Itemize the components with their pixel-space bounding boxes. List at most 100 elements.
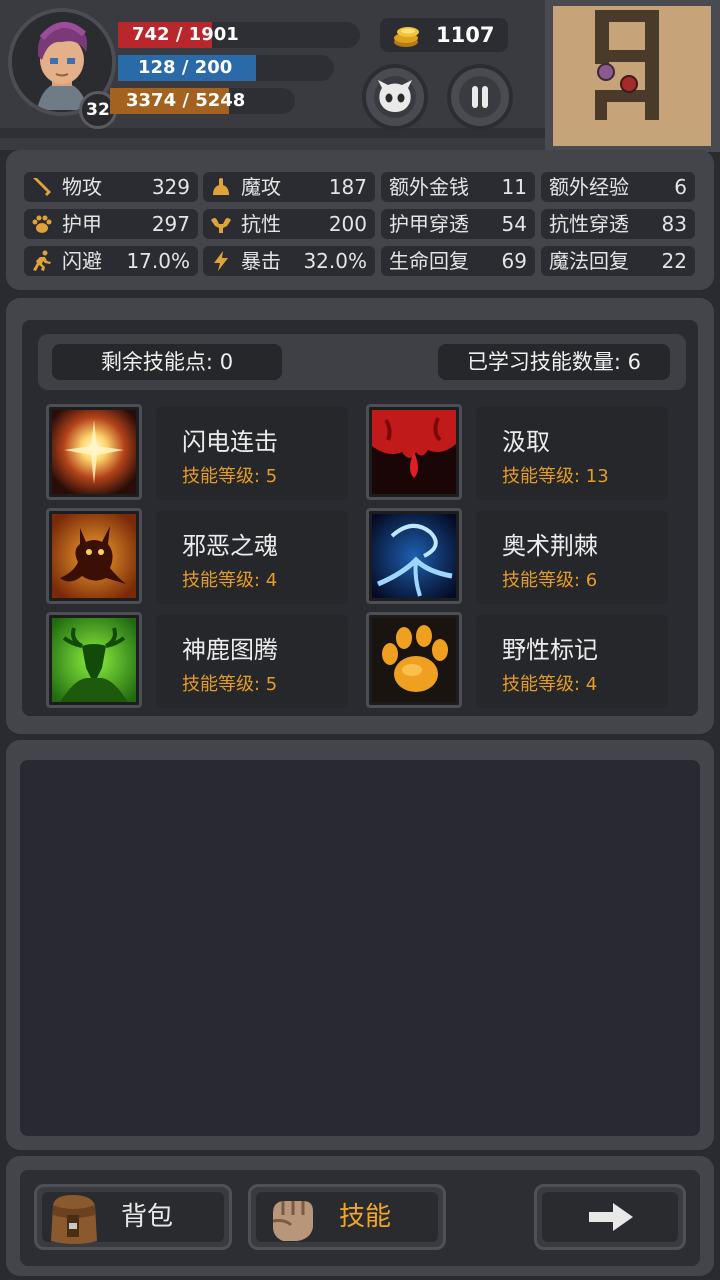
skill-name: 汲取 xyxy=(502,428,550,456)
xp-bar: 3374 / 5248 xyxy=(110,88,295,114)
flex-arm-icon xyxy=(211,218,231,233)
stat-armor: 护甲 297 xyxy=(24,209,198,239)
blood-drain-icon xyxy=(372,410,456,494)
minimap[interactable] xyxy=(545,0,720,152)
stat-value: 17.0% xyxy=(126,249,190,273)
bag-label: 背包 xyxy=(121,1202,174,1232)
magic-hand-icon xyxy=(213,178,229,195)
stat-label: 物攻 xyxy=(62,175,102,199)
skill-name: 神鹿图腾 xyxy=(182,636,278,664)
stat-dodge: 闪避 17.0% xyxy=(24,246,198,276)
evil-soul-icon xyxy=(52,514,136,598)
stats-grid: 物攻 329 魔攻 187 额外金钱 11 额外经验 6 护甲 297 抗性 2… xyxy=(18,168,702,280)
skill-name: 邪恶之魂 xyxy=(182,532,278,560)
skill-icon-slot[interactable] xyxy=(46,508,142,604)
stat-label: 生命回复 xyxy=(389,249,469,273)
skills-label: 技能 xyxy=(339,1202,392,1232)
next-arrow-button[interactable] xyxy=(534,1184,686,1250)
stat-label: 闪避 xyxy=(62,249,102,273)
gold-coin-icon xyxy=(394,27,419,47)
skill-card[interactable]: 邪恶之魂 技能等级: 4 xyxy=(156,510,348,604)
skill-card[interactable]: 闪电连击 技能等级: 5 xyxy=(156,406,348,500)
skill-card[interactable]: 野性标记 技能等级: 4 xyxy=(476,614,668,708)
hp-bar: 742 / 1901 xyxy=(118,22,360,48)
skill-level: 技能等级: 13 xyxy=(502,466,609,487)
bag-button[interactable]: 背包 xyxy=(34,1184,232,1250)
paw-icon xyxy=(32,215,52,233)
mp-text: 128 / 200 xyxy=(138,57,233,78)
stat-crit: 暴击 32.0% xyxy=(203,246,375,276)
gold-counter: 1107 xyxy=(380,18,508,52)
skill-card[interactable]: 汲取 技能等级: 13 xyxy=(476,406,668,500)
arrow-right-icon xyxy=(589,1203,633,1231)
monster-button[interactable] xyxy=(362,64,428,130)
skills-tab-button[interactable]: 技能 xyxy=(248,1184,446,1250)
mp-bar: 128 / 200 xyxy=(118,55,334,81)
stat-label: 抗性 xyxy=(241,212,281,236)
deer-totem-icon xyxy=(52,618,136,702)
stat-extra-exp: 额外经验 6 xyxy=(541,172,695,202)
hud-divider xyxy=(0,128,545,138)
skill-name: 野性标记 xyxy=(502,636,598,664)
stat-value: 329 xyxy=(151,175,190,199)
light-burst-icon xyxy=(52,410,136,494)
sword-icon xyxy=(33,178,51,196)
hp-text: 742 / 1901 xyxy=(132,24,239,45)
stat-value: 69 xyxy=(501,249,527,273)
stat-value: 22 xyxy=(661,249,687,273)
pause-icon xyxy=(472,86,488,108)
stat-mp-regen: 魔法回复 22 xyxy=(541,246,695,276)
stat-label: 魔攻 xyxy=(241,175,281,199)
stat-label: 暴击 xyxy=(241,249,281,273)
skill-icon-slot[interactable] xyxy=(46,612,142,708)
stat-label: 魔法回复 xyxy=(549,249,629,273)
stat-armor-penetration: 护甲穿透 54 xyxy=(381,209,535,239)
stat-magic-attack: 魔攻 187 xyxy=(203,172,375,202)
arcane-thorn-icon xyxy=(372,514,456,598)
stat-value: 200 xyxy=(328,212,367,236)
skill-icon-slot[interactable] xyxy=(366,404,462,500)
stat-value: 54 xyxy=(501,212,527,236)
stat-label: 护甲穿透 xyxy=(389,212,469,236)
pause-button[interactable] xyxy=(447,64,513,130)
stat-resist-penetration: 抗性穿透 83 xyxy=(541,209,695,239)
stat-label: 抗性穿透 xyxy=(549,212,629,236)
skill-level: 技能等级: 4 xyxy=(502,674,598,695)
paw-mark-icon xyxy=(372,618,456,702)
running-man-icon xyxy=(33,250,51,271)
stat-extra-gold: 额外金钱 11 xyxy=(381,172,535,202)
learned-skill-count: 已学习技能数量: 6 xyxy=(438,344,670,380)
stat-value: 187 xyxy=(328,175,367,199)
skill-name: 奥术荆棘 xyxy=(502,532,598,560)
skill-name: 闪电连击 xyxy=(182,428,278,456)
xp-text: 3374 / 5248 xyxy=(126,90,246,111)
stat-label: 护甲 xyxy=(62,212,102,236)
stat-value: 11 xyxy=(501,175,527,199)
monster-face-icon xyxy=(378,80,412,112)
stat-value: 297 xyxy=(151,212,190,236)
detail-panel-content xyxy=(20,760,700,1136)
stat-value: 6 xyxy=(674,175,687,199)
stat-label: 额外金钱 xyxy=(389,175,469,199)
stat-value: 83 xyxy=(661,212,687,236)
skill-card[interactable]: 神鹿图腾 技能等级: 5 xyxy=(156,614,348,708)
skill-level: 技能等级: 4 xyxy=(182,570,278,591)
stat-physical-attack: 物攻 329 xyxy=(24,172,198,202)
skill-level: 技能等级: 6 xyxy=(502,570,598,591)
skill-level: 技能等级: 5 xyxy=(182,466,278,487)
gold-amount: 1107 xyxy=(436,23,495,47)
stat-hp-regen: 生命回复 69 xyxy=(381,246,535,276)
stat-value: 32.0% xyxy=(303,249,367,273)
skill-icon-slot[interactable] xyxy=(366,612,462,708)
skill-icon-slot[interactable] xyxy=(46,404,142,500)
backpack-icon xyxy=(51,1195,97,1244)
skill-level: 技能等级: 5 xyxy=(182,674,278,695)
remaining-skill-points: 剩余技能点: 0 xyxy=(52,344,282,380)
fist-icon xyxy=(272,1201,313,1241)
stat-resistance: 抗性 200 xyxy=(203,209,375,239)
skill-icon-slot[interactable] xyxy=(366,508,462,604)
skill-card[interactable]: 奥术荆棘 技能等级: 6 xyxy=(476,510,668,604)
lightning-icon xyxy=(214,251,228,271)
stat-label: 额外经验 xyxy=(549,175,629,199)
minimap-map xyxy=(595,10,659,120)
